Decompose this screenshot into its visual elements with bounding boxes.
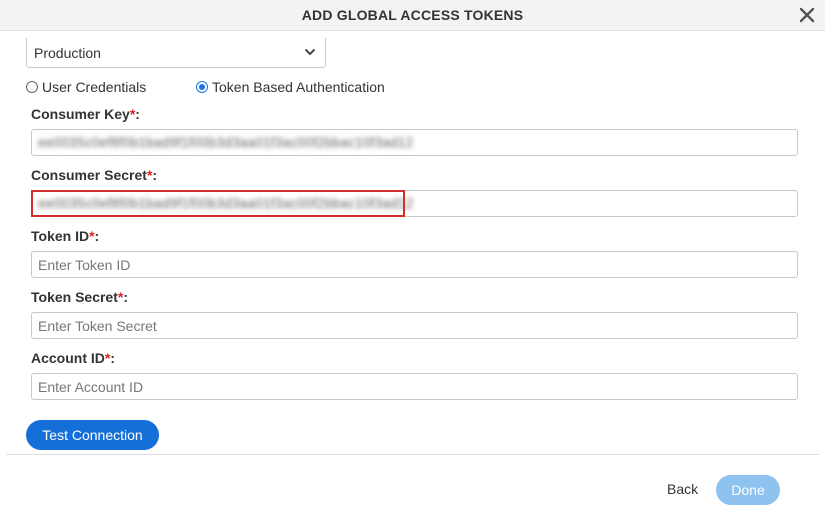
consumer-key-label: Consumer Key*:	[31, 106, 140, 122]
consumer-secret-label: Consumer Secret*:	[31, 167, 158, 183]
test-connection-button[interactable]: Test Connection	[26, 420, 159, 450]
account-id-label: Account ID*:	[31, 350, 116, 366]
user-credentials-label: User Credentials	[42, 79, 147, 95]
done-button[interactable]: Done	[716, 475, 780, 505]
consumer-secret-field[interactable]: ee0035c0ef8f0b1bad9f1f00b3d3aa01f3ac00f2…	[31, 190, 798, 217]
environment-select[interactable]: Production	[26, 38, 326, 68]
dialog-header: ADD GLOBAL ACCESS TOKENS	[0, 0, 825, 31]
auth-option-user-credentials[interactable]: User Credentials	[26, 78, 146, 96]
back-button[interactable]: Back	[667, 481, 698, 497]
close-icon[interactable]	[799, 7, 815, 23]
token-secret-label: Token Secret*:	[31, 289, 129, 305]
token-id-field[interactable]	[31, 251, 798, 278]
dialog-title: ADD GLOBAL ACCESS TOKENS	[301, 7, 524, 23]
token-based-radio[interactable]	[196, 81, 208, 93]
auth-option-token-based[interactable]: Token Based Authentication	[196, 78, 385, 96]
token-secret-field[interactable]	[31, 312, 798, 339]
account-id-field[interactable]	[31, 373, 798, 400]
footer-divider	[6, 454, 819, 455]
consumer-key-field[interactable]: ee0035c0ef8f0b1bad9f1f00b3d3aa01f3ac00f2…	[31, 129, 798, 156]
token-based-label: Token Based Authentication	[212, 79, 385, 95]
environment-select-value: Production	[34, 45, 101, 61]
chevron-down-icon	[304, 48, 316, 56]
token-id-label: Token ID*:	[31, 228, 100, 244]
user-credentials-radio[interactable]	[26, 81, 38, 93]
